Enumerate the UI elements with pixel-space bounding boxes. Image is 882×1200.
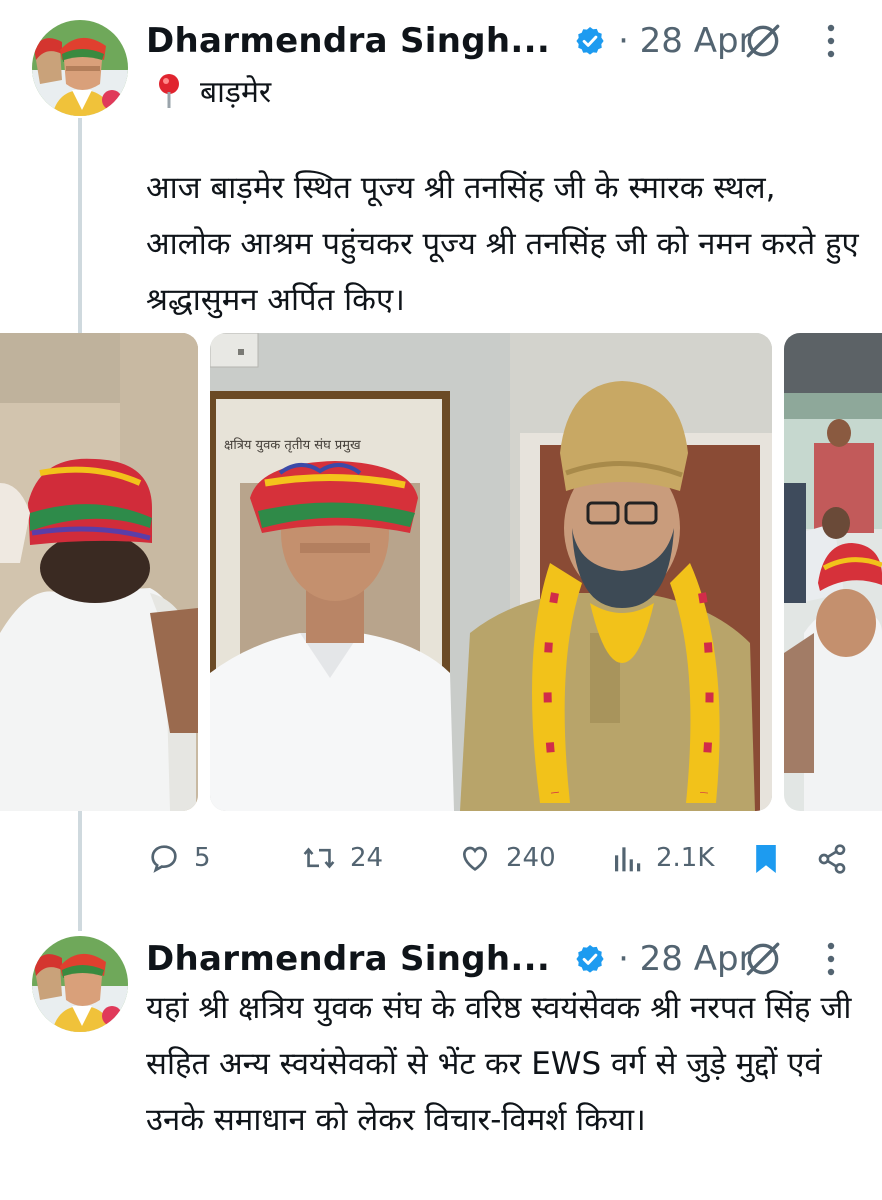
reply-count: 5: [194, 843, 211, 873]
repost-button[interactable]: 24: [302, 842, 383, 874]
thread-line-top: [78, 118, 82, 333]
action-bar: 5 24 240 2.1K: [0, 838, 882, 882]
verified-badge-icon: [576, 945, 604, 973]
author-name[interactable]: Dharmendra Singh...: [146, 21, 550, 61]
views-count: 2.1K: [656, 843, 715, 873]
more-vertical-icon[interactable]: [826, 941, 836, 977]
like-button[interactable]: 240: [458, 842, 556, 874]
share-icon[interactable]: [816, 842, 848, 876]
like-icon: [462, 846, 488, 871]
reply-icon: [151, 845, 177, 873]
tweet-location[interactable]: बाड़मेर: [156, 70, 271, 111]
more-vertical-icon[interactable]: [826, 23, 836, 59]
like-count: 240: [506, 843, 556, 873]
repost-count: 24: [350, 843, 384, 873]
repost-icon: [303, 847, 335, 869]
views-button[interactable]: 2.1K: [612, 842, 714, 874]
reply-button[interactable]: 5: [148, 842, 211, 874]
media-photo-3[interactable]: [784, 333, 882, 811]
author-name[interactable]: Dharmendra Singh...: [146, 939, 550, 979]
tweet-date[interactable]: · 28 Apr: [618, 939, 753, 979]
photo-caption: क्षत्रिय युवक तृतीय संघ प्रमुख: [224, 438, 361, 453]
bookmark-icon[interactable]: [752, 842, 780, 876]
avatar[interactable]: [32, 20, 128, 116]
location-label: बाड़मेर: [200, 75, 272, 110]
location-pin-icon: [159, 73, 179, 108]
avatar[interactable]: [32, 936, 128, 1032]
grok-icon[interactable]: [742, 938, 784, 980]
tweet-header: Dharmendra Singh... · 28 Apr: [146, 934, 753, 984]
tweet-text: यहां श्री क्षत्रिय युवक संघ के वरिष्ठ स्…: [146, 990, 852, 1138]
views-icon: [615, 847, 641, 872]
tweet-header: Dharmendra Singh... · 28 Apr: [146, 16, 753, 66]
grok-icon[interactable]: [742, 20, 784, 62]
tweet-text: आज बाड़मेर स्थित पूज्य श्री तनसिंह जी के…: [146, 170, 859, 318]
media-photo-2[interactable]: क्षत्रिय युवक तृतीय संघ प्रमुख: [210, 333, 772, 811]
tweet-date[interactable]: · 28 Apr: [618, 21, 753, 61]
media-photo-1[interactable]: [0, 333, 198, 811]
verified-badge-icon: [576, 27, 604, 55]
